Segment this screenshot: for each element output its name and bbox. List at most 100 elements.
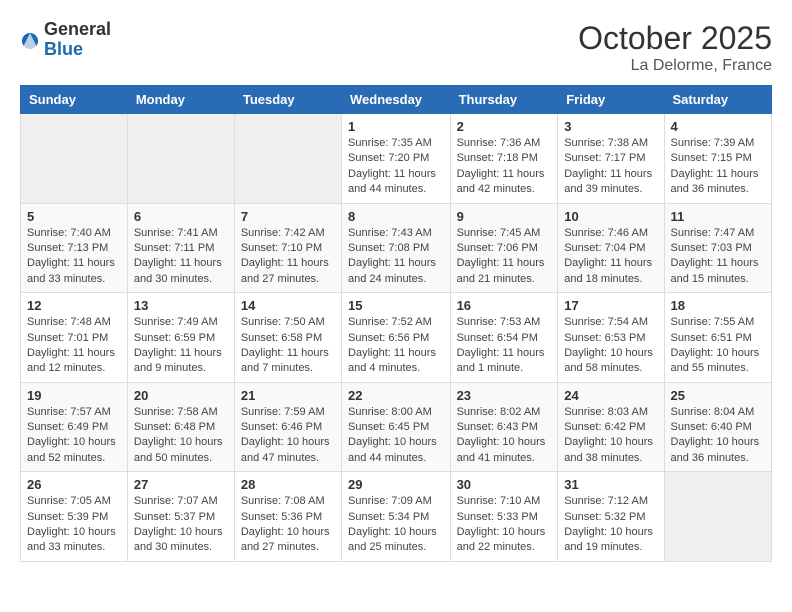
calendar-day-header: Sunday	[21, 86, 128, 114]
calendar-cell: 4 Sunrise: 7:39 AM Sunset: 7:15 PM Daylig…	[664, 114, 771, 204]
calendar-week-row: 19 Sunrise: 7:57 AM Sunset: 6:49 PM Dayli…	[21, 382, 772, 472]
calendar-cell: 13Sunrise: 7:49 AM Sunset: 6:59 PM Dayli…	[127, 293, 234, 383]
calendar-day-header: Monday	[127, 86, 234, 114]
day-number: 21	[241, 388, 335, 403]
day-number: 2	[457, 119, 552, 134]
day-info: Sunrise: 7:09 AM Sunset: 5:34 PM Dayligh…	[348, 494, 444, 556]
calendar-week-row: 5Sunrise: 7:40 AM Sunset: 7:13 PM Daylig…	[21, 203, 772, 293]
calendar-week-row: 12Sunrise: 7:48 AM Sunset: 7:01 PM Dayli…	[21, 293, 772, 383]
day-number: 28	[241, 477, 335, 492]
day-info: Sunrise: 7:59 AM Sunset: 6:46 PM Dayligh…	[241, 405, 335, 467]
calendar-day-header: Friday	[558, 86, 664, 114]
calendar-cell: 16 Sunrise: 7:53 AM Sunset: 6:54 PM Dayli…	[450, 293, 558, 383]
day-number: 22	[348, 388, 444, 403]
page-header: General Blue October 2025 La Delorme, Fr…	[20, 20, 772, 75]
calendar-cell	[127, 114, 234, 204]
day-info: Sunrise: 7:47 AM Sunset: 7:03 PM Dayligh…	[671, 226, 765, 288]
day-info: Sunrise: 7:42 AM Sunset: 7:10 PM Dayligh…	[241, 226, 335, 288]
calendar-cell: 23Sunrise: 8:02 AM Sunset: 6:43 PM Dayli…	[450, 382, 558, 472]
day-number: 26	[27, 477, 121, 492]
calendar-cell: 1 Sunrise: 7:35 AM Sunset: 7:20 PM Daylig…	[342, 114, 451, 204]
calendar-cell: 3Sunrise: 7:38 AM Sunset: 7:17 PM Daylig…	[558, 114, 664, 204]
calendar-cell: 26 Sunrise: 7:05 AM Sunset: 5:39 PM Dayli…	[21, 472, 128, 562]
calendar-cell	[664, 472, 771, 562]
day-info: Sunrise: 7:12 AM Sunset: 5:32 PM Dayligh…	[564, 494, 657, 556]
location-title: La Delorme, France	[578, 57, 772, 75]
calendar-cell: 25 Sunrise: 8:04 AM Sunset: 6:40 PM Dayli…	[664, 382, 771, 472]
title-block: October 2025 La Delorme, France	[578, 20, 772, 75]
calendar-cell: 8 Sunrise: 7:43 AM Sunset: 7:08 PM Daylig…	[342, 203, 451, 293]
calendar-cell: 30Sunrise: 7:10 AM Sunset: 5:33 PM Dayli…	[450, 472, 558, 562]
day-info: Sunrise: 7:57 AM Sunset: 6:49 PM Dayligh…	[27, 405, 121, 467]
calendar-cell: 22 Sunrise: 8:00 AM Sunset: 6:45 PM Dayli…	[342, 382, 451, 472]
day-info: Sunrise: 7:40 AM Sunset: 7:13 PM Dayligh…	[27, 226, 121, 288]
day-info: Sunrise: 7:55 AM Sunset: 6:51 PM Dayligh…	[671, 315, 765, 377]
day-info: Sunrise: 7:39 AM Sunset: 7:15 PM Dayligh…	[671, 136, 765, 198]
day-info: Sunrise: 8:04 AM Sunset: 6:40 PM Dayligh…	[671, 405, 765, 467]
calendar-cell: 2Sunrise: 7:36 AM Sunset: 7:18 PM Daylig…	[450, 114, 558, 204]
calendar-cell: 9Sunrise: 7:45 AM Sunset: 7:06 PM Daylig…	[450, 203, 558, 293]
calendar-cell: 12Sunrise: 7:48 AM Sunset: 7:01 PM Dayli…	[21, 293, 128, 383]
logo-text: General Blue	[44, 20, 111, 60]
logo-icon	[20, 31, 40, 51]
day-info: Sunrise: 7:35 AM Sunset: 7:20 PM Dayligh…	[348, 136, 444, 198]
calendar-cell: 6 Sunrise: 7:41 AM Sunset: 7:11 PM Daylig…	[127, 203, 234, 293]
calendar-cell: 11Sunrise: 7:47 AM Sunset: 7:03 PM Dayli…	[664, 203, 771, 293]
calendar-day-header: Wednesday	[342, 86, 451, 114]
calendar-cell: 5Sunrise: 7:40 AM Sunset: 7:13 PM Daylig…	[21, 203, 128, 293]
day-number: 31	[564, 477, 657, 492]
calendar-day-header: Thursday	[450, 86, 558, 114]
day-number: 7	[241, 209, 335, 224]
month-title: October 2025	[578, 20, 772, 57]
calendar-cell: 31 Sunrise: 7:12 AM Sunset: 5:32 PM Dayli…	[558, 472, 664, 562]
calendar-cell: 10 Sunrise: 7:46 AM Sunset: 7:04 PM Dayli…	[558, 203, 664, 293]
day-number: 19	[27, 388, 121, 403]
day-number: 25	[671, 388, 765, 403]
calendar-week-row: 26 Sunrise: 7:05 AM Sunset: 5:39 PM Dayli…	[21, 472, 772, 562]
day-info: Sunrise: 8:00 AM Sunset: 6:45 PM Dayligh…	[348, 405, 444, 467]
day-info: Sunrise: 7:58 AM Sunset: 6:48 PM Dayligh…	[134, 405, 228, 467]
calendar-cell	[21, 114, 128, 204]
day-number: 27	[134, 477, 228, 492]
calendar-cell: 24Sunrise: 8:03 AM Sunset: 6:42 PM Dayli…	[558, 382, 664, 472]
day-number: 14	[241, 298, 335, 313]
day-number: 15	[348, 298, 444, 313]
day-info: Sunrise: 8:03 AM Sunset: 6:42 PM Dayligh…	[564, 405, 657, 467]
day-info: Sunrise: 7:05 AM Sunset: 5:39 PM Dayligh…	[27, 494, 121, 556]
day-number: 23	[457, 388, 552, 403]
day-info: Sunrise: 7:52 AM Sunset: 6:56 PM Dayligh…	[348, 315, 444, 377]
calendar-cell: 28 Sunrise: 7:08 AM Sunset: 5:36 PM Dayli…	[234, 472, 341, 562]
calendar-cell: 18Sunrise: 7:55 AM Sunset: 6:51 PM Dayli…	[664, 293, 771, 383]
logo-blue: Blue	[44, 40, 111, 60]
day-number: 1	[348, 119, 444, 134]
calendar-cell: 20 Sunrise: 7:58 AM Sunset: 6:48 PM Dayli…	[127, 382, 234, 472]
day-number: 4	[671, 119, 765, 134]
calendar-cell: 15 Sunrise: 7:52 AM Sunset: 6:56 PM Dayli…	[342, 293, 451, 383]
day-number: 16	[457, 298, 552, 313]
calendar-cell: 19 Sunrise: 7:57 AM Sunset: 6:49 PM Dayli…	[21, 382, 128, 472]
day-info: Sunrise: 7:46 AM Sunset: 7:04 PM Dayligh…	[564, 226, 657, 288]
day-info: Sunrise: 7:07 AM Sunset: 5:37 PM Dayligh…	[134, 494, 228, 556]
day-number: 12	[27, 298, 121, 313]
calendar-header-row: SundayMondayTuesdayWednesdayThursdayFrid…	[21, 86, 772, 114]
calendar-table: SundayMondayTuesdayWednesdayThursdayFrid…	[20, 85, 772, 562]
day-number: 13	[134, 298, 228, 313]
calendar-cell: 17Sunrise: 7:54 AM Sunset: 6:53 PM Dayli…	[558, 293, 664, 383]
day-info: Sunrise: 7:50 AM Sunset: 6:58 PM Dayligh…	[241, 315, 335, 377]
day-number: 29	[348, 477, 444, 492]
calendar-cell	[234, 114, 341, 204]
day-number: 6	[134, 209, 228, 224]
day-info: Sunrise: 7:43 AM Sunset: 7:08 PM Dayligh…	[348, 226, 444, 288]
calendar-cell: 27 Sunrise: 7:07 AM Sunset: 5:37 PM Dayli…	[127, 472, 234, 562]
day-info: Sunrise: 7:41 AM Sunset: 7:11 PM Dayligh…	[134, 226, 228, 288]
logo: General Blue	[20, 20, 111, 60]
day-number: 10	[564, 209, 657, 224]
calendar-cell: 29 Sunrise: 7:09 AM Sunset: 5:34 PM Dayli…	[342, 472, 451, 562]
day-info: Sunrise: 7:53 AM Sunset: 6:54 PM Dayligh…	[457, 315, 552, 377]
day-info: Sunrise: 7:08 AM Sunset: 5:36 PM Dayligh…	[241, 494, 335, 556]
day-number: 20	[134, 388, 228, 403]
day-number: 8	[348, 209, 444, 224]
day-number: 17	[564, 298, 657, 313]
calendar-cell: 21 Sunrise: 7:59 AM Sunset: 6:46 PM Dayli…	[234, 382, 341, 472]
calendar-day-header: Saturday	[664, 86, 771, 114]
